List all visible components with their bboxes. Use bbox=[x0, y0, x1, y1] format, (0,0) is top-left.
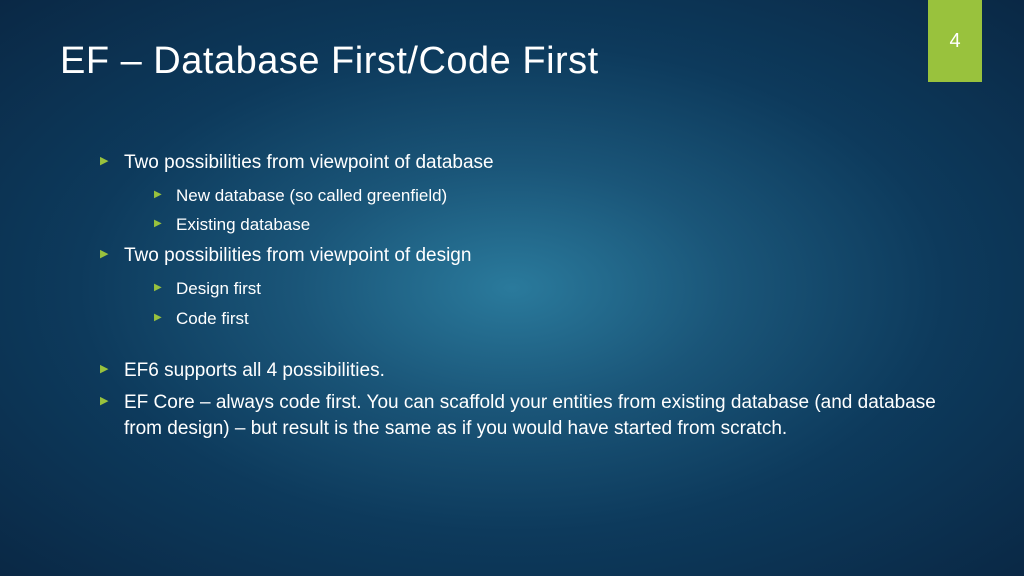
page-number-badge: 4 bbox=[928, 0, 982, 82]
sub-bullet-item: New database (so called greenfield) bbox=[154, 184, 944, 208]
sub-bullet-text: Code first bbox=[176, 309, 249, 328]
bullet-item: Two possibilities from viewpoint of desi… bbox=[100, 243, 944, 330]
sub-bullet-text: Existing database bbox=[176, 215, 310, 234]
bullet-text: Two possibilities from viewpoint of data… bbox=[124, 152, 494, 173]
page-number: 4 bbox=[949, 30, 960, 53]
bullet-item: Two possibilities from viewpoint of data… bbox=[100, 150, 944, 237]
bullet-item: EF6 supports all 4 possibilities. bbox=[100, 358, 944, 384]
sub-bullet-text: New database (so called greenfield) bbox=[176, 186, 447, 205]
sub-bullet-list: New database (so called greenfield) Exis… bbox=[154, 184, 944, 238]
bullet-text: EF6 supports all 4 possibilities. bbox=[124, 360, 385, 381]
sub-bullet-list: Design first Code first bbox=[154, 277, 944, 331]
sub-bullet-text: Design first bbox=[176, 279, 261, 298]
bullet-text: EF Core – always code first. You can sca… bbox=[124, 392, 936, 439]
bullet-item: EF Core – always code first. You can sca… bbox=[100, 390, 944, 441]
bullet-list-2: EF6 supports all 4 possibilities. EF Cor… bbox=[100, 358, 944, 441]
slide-content: Two possibilities from viewpoint of data… bbox=[100, 150, 944, 447]
sub-bullet-item: Existing database bbox=[154, 213, 944, 237]
bullet-list-1: Two possibilities from viewpoint of data… bbox=[100, 150, 944, 330]
spacer bbox=[100, 336, 944, 358]
bullet-text: Two possibilities from viewpoint of desi… bbox=[124, 245, 471, 266]
sub-bullet-item: Code first bbox=[154, 307, 944, 331]
sub-bullet-item: Design first bbox=[154, 277, 944, 301]
slide-title: EF – Database First/Code First bbox=[60, 40, 599, 83]
